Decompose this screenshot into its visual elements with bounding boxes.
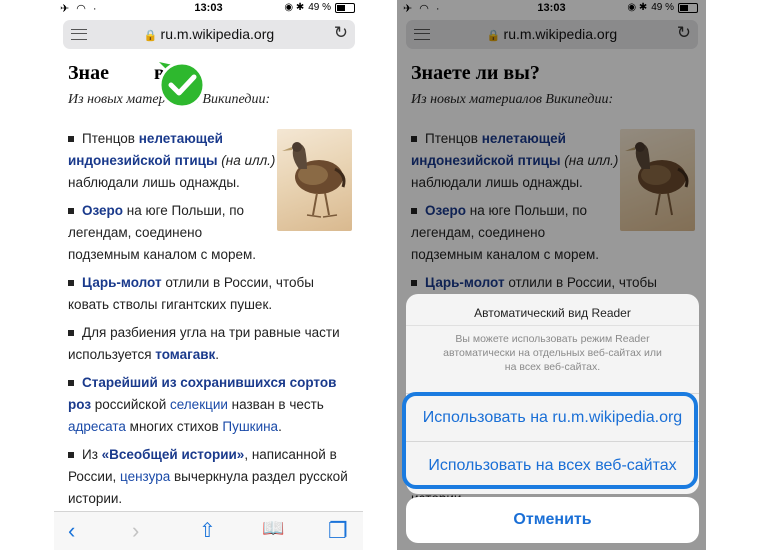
item-text: . (278, 419, 282, 434)
battery-icon (335, 2, 355, 13)
article-link[interactable]: Царь-молот (82, 275, 162, 290)
item-line: Из «Всеобщей истории», написанной в (82, 444, 337, 466)
item-line: Птенцов нелетающей (82, 128, 223, 150)
item-text: Для разбиения угла на три равные части (82, 325, 340, 340)
item-text: ковать стволы гигантских пушек. (68, 297, 273, 312)
item-text: российской (91, 397, 170, 412)
bullet (68, 452, 74, 458)
url-text[interactable]: ru.m.wikipedia.org (161, 26, 275, 42)
bullet (68, 380, 74, 386)
item-line: подземным каналом с морем. (68, 244, 256, 266)
article-link[interactable]: «Всеобщей истории» (102, 447, 245, 462)
bottom-toolbar: ‹ › ⇧ 📖 ❐ (54, 511, 363, 550)
bookmarks-icon[interactable]: 📖 (262, 518, 284, 539)
article-link[interactable]: роз (68, 397, 91, 412)
bird-illustration[interactable] (277, 129, 352, 231)
sheet-message: Вы можете использовать режим Reader авто… (443, 333, 662, 373)
tabs-icon[interactable]: ❐ (328, 518, 348, 544)
bullet (68, 208, 74, 214)
article-link[interactable]: Старейший из сохранившихся сортов (82, 375, 336, 390)
item-line: используется томагавк. (68, 344, 219, 366)
article-link[interactable]: нелетающей (139, 131, 223, 146)
item-line: индонезийской птицы (на илл.) (68, 150, 275, 172)
article-link[interactable]: цензура (120, 469, 170, 484)
item-line: Озеро на юге Польши, по (82, 200, 244, 222)
checkmark-badge-icon (158, 61, 206, 109)
item-text: подземным каналом с морем. (68, 247, 256, 262)
item-text: , написанной в (244, 447, 337, 462)
address-bar[interactable]: 🔒 ru.m.wikipedia.org ↻ (63, 20, 355, 49)
item-text: истории. (68, 491, 123, 506)
article-link[interactable]: адресата (68, 419, 126, 434)
item-text: . (215, 347, 220, 362)
title-part: Знае (68, 62, 109, 84)
forward-arrow-icon[interactable]: › (132, 518, 139, 544)
article-link[interactable]: селекции (170, 397, 228, 412)
item-line: наблюдали лишь однажды. (68, 172, 240, 194)
battery-percent: 49 % (308, 2, 331, 13)
item-text: (на илл.) (217, 153, 276, 168)
item-text: Из (82, 447, 102, 462)
article-link[interactable]: томагавк (155, 347, 215, 362)
item-text: многих стихов (125, 419, 223, 434)
item-text: назван в честь (227, 397, 324, 412)
item-text: отлили в России, чтобы (161, 275, 314, 290)
item-line: адресата многих стихов Пушкина. (68, 416, 282, 438)
cancel-button[interactable]: Отменить (406, 497, 699, 543)
url-wrap: 🔒 ru.m.wikipedia.org (63, 26, 355, 42)
phone-screen-left: ✈ ◠ · 13:03 ◉ ✱ 49 % 🔒 ru.m.wikipedia.org… (54, 0, 363, 550)
item-line: истории. (68, 488, 122, 510)
status-right: ◉ ✱ 49 % (284, 2, 355, 13)
item-text: наблюдали лишь однажды. (68, 175, 240, 190)
article-link[interactable]: Пушкина (222, 419, 278, 434)
article-link[interactable]: индонезийской птицы (68, 153, 218, 168)
article-content: Знае вы? Из новых материалов Википедии: … (68, 62, 353, 506)
back-arrow-icon[interactable]: ‹ (68, 518, 75, 544)
divider (406, 325, 699, 326)
item-line: Старейший из сохранившихся сортов (82, 372, 336, 394)
item-line: Для разбиения угла на три равные части (82, 322, 340, 344)
lock-icon: 🔒 (143, 30, 158, 42)
item-text: России, (68, 469, 121, 484)
item-text: легендам, соединено (68, 225, 203, 240)
item-text: Птенцов (82, 131, 139, 146)
page-subtitle: Из новых материалов Википедии: (68, 92, 271, 107)
item-line: легендам, соединено (68, 222, 202, 244)
item-line: России, цензура вычеркнула раздел русско… (68, 466, 348, 488)
item-line: Царь-молот отлили в России, чтобы (82, 272, 314, 294)
bullet (68, 136, 74, 142)
sheet-title: Автоматический вид Reader (474, 306, 631, 320)
status-bar: ✈ ◠ · 13:03 ◉ ✱ 49 % (54, 0, 363, 17)
item-text: на юге Польши, по (123, 203, 245, 218)
phone-screen-right: ✈ ◠ · 13:03 ◉ ✱ 49 % 🔒 ru.m.wikipedia.org… (397, 0, 706, 550)
item-text: вычеркнула раздел русской (170, 469, 348, 484)
article-link[interactable]: Озеро (82, 203, 123, 218)
item-line: роз российской селекции назван в честь (68, 394, 324, 416)
highlight-frame (402, 392, 698, 489)
bullet (68, 280, 74, 286)
bluetooth-icon: ◉ ✱ (284, 2, 305, 13)
item-line: ковать стволы гигантских пушек. (68, 294, 272, 316)
page-title: Знае вы? (68, 62, 353, 85)
item-text: используется (68, 347, 156, 362)
bullet (68, 330, 74, 336)
share-icon[interactable]: ⇧ (199, 518, 216, 543)
reload-icon[interactable]: ↻ (334, 23, 348, 43)
